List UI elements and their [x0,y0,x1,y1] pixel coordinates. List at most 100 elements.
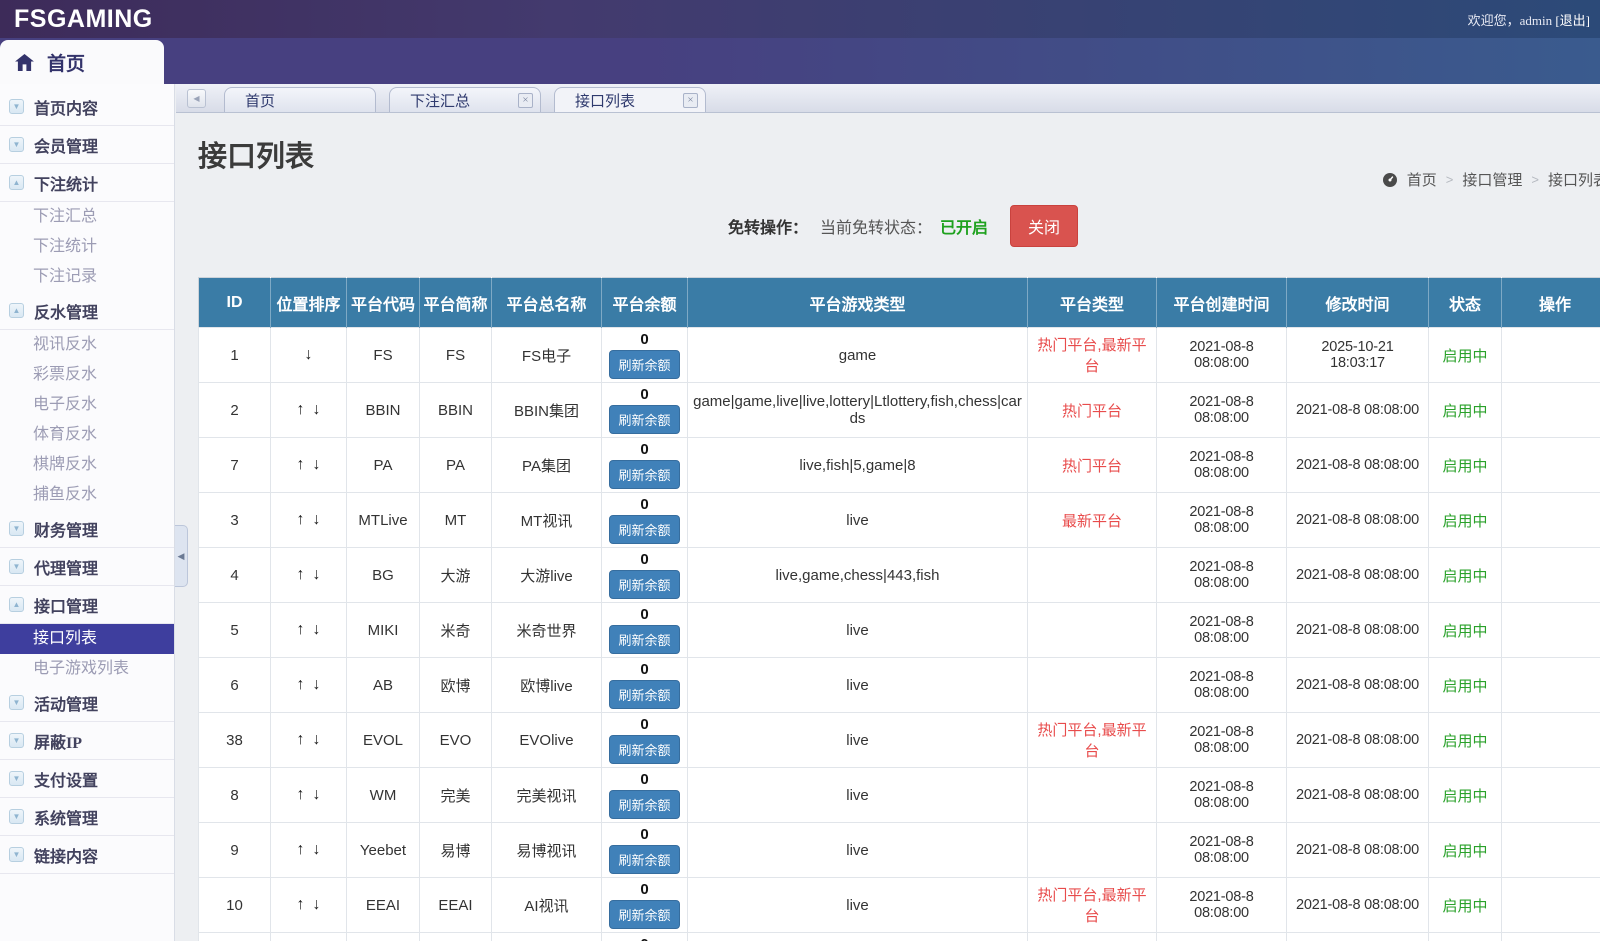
sort-down-icon[interactable]: ↓ [313,456,321,473]
sort-down-icon[interactable]: ↓ [313,896,321,913]
sort-up-icon[interactable]: ↑ [297,511,305,528]
cell-id: 1 [199,328,271,383]
balance-value: 0 [606,496,683,513]
balance-value: 0 [606,661,683,678]
sort-down-icon[interactable]: ↓ [313,676,321,693]
refresh-balance-button[interactable]: 刷新余额 [609,515,679,544]
sort-down-icon[interactable]: ↓ [313,841,321,858]
dashboard-icon [1382,172,1398,188]
sort-down-icon[interactable]: ↓ [313,511,321,528]
refresh-balance-button[interactable]: 刷新余额 [609,845,679,874]
cell-sort: ↑↓ [271,383,347,438]
refresh-balance-button[interactable]: 刷新余额 [609,405,679,434]
cell-platform-name: 易博视讯 [492,823,602,878]
breadcrumb-interface-list: 接口列表 [1548,169,1600,190]
sidebar-group-财务管理[interactable]: ▼财务管理 [0,510,174,548]
tab-close-icon[interactable]: × [518,93,533,108]
cell-status: 启用中 [1429,438,1502,493]
logout-link[interactable]: [退出] [1555,13,1590,28]
cell-created-time: 2021-08-808:08:00 [1157,603,1287,658]
cell-created-time: 2021-08-808:08:00 [1157,383,1287,438]
refresh-balance-button[interactable]: 刷新余额 [609,680,679,709]
cell-platform-type: 热门平台 [1028,383,1157,438]
refresh-balance-button[interactable]: 刷新余额 [609,570,679,599]
expand-icon: ▼ [9,137,24,152]
tab-接口列表[interactable]: 接口列表× [554,87,706,112]
refresh-balance-button[interactable]: 刷新余额 [609,625,679,654]
column-header-修改时间: 修改时间 [1287,278,1429,328]
sidebar-group-代理管理[interactable]: ▼代理管理 [0,548,174,586]
sidebar-group-链接内容[interactable]: ▼链接内容 [0,836,174,874]
cell-actions [1502,548,1600,603]
cell-platform-code: BBIN [347,383,420,438]
cell-actions [1502,713,1600,768]
balance-value: 0 [606,441,683,458]
tab-首页[interactable]: 首页 [224,87,376,112]
date-line: 2021-08-8 [1161,834,1282,850]
sidebar-group-支付设置[interactable]: ▼支付设置 [0,760,174,798]
username: admin [1520,13,1553,28]
cell-platform-short: MT [420,493,492,548]
sort-down-icon[interactable]: ↓ [313,566,321,583]
sidebar-group-下注统计[interactable]: ▲下注统计 [0,164,174,202]
sort-up-icon[interactable]: ↑ [297,621,305,638]
cell-platform-short: EEAI [420,878,492,933]
sort-down-icon[interactable]: ↓ [313,401,321,418]
sort-up-icon[interactable]: ↑ [297,566,305,583]
sidebar-item-捕鱼反水[interactable]: 捕鱼反水 [0,480,174,510]
sidebar-item-下注统计[interactable]: 下注统计 [0,232,174,262]
expand-icon: ▼ [9,809,24,824]
sidebar-group-首页内容[interactable]: ▼首页内容 [0,88,174,126]
sidebar-item-棋牌反水[interactable]: 棋牌反水 [0,450,174,480]
sidebar-group-接口管理[interactable]: ▲接口管理 [0,586,174,624]
cell-sort: ↓ [271,328,347,383]
tab-scroll-left-button[interactable]: ◀ [187,89,206,108]
cell-created-time: 2021-08-808:08:00 [1157,933,1287,941]
column-header-平台余额: 平台余额 [602,278,688,328]
sidebar-item-体育反水[interactable]: 体育反水 [0,420,174,450]
cell-game-types: live,fish|5,game|8 [688,438,1028,493]
sort-up-icon[interactable]: ↑ [297,456,305,473]
refresh-balance-button[interactable]: 刷新余额 [609,900,679,929]
breadcrumb-home[interactable]: 首页 [1407,169,1437,190]
cell-id: 3 [199,493,271,548]
sort-down-icon[interactable]: ↓ [305,346,313,363]
sidebar-item-电子反水[interactable]: 电子反水 [0,390,174,420]
sidebar-item-视讯反水[interactable]: 视讯反水 [0,330,174,360]
sort-up-icon[interactable]: ↑ [297,401,305,418]
cell-modified-time: 2021-08-8 08:08:00 [1287,548,1429,603]
sidebar-item-接口列表[interactable]: 接口列表 [0,624,174,654]
refresh-balance-button[interactable]: 刷新余额 [609,790,679,819]
sidebar-group-系统管理[interactable]: ▼系统管理 [0,798,174,836]
sidebar-group-会员管理[interactable]: ▼会员管理 [0,126,174,164]
sort-up-icon[interactable]: ↑ [297,896,305,913]
welcome-text: 欢迎您，admin [退出] [1468,10,1600,29]
sidebar-collapse-handle[interactable]: ◀ [175,525,188,587]
breadcrumb-interface-mgmt[interactable]: 接口管理 [1462,169,1522,190]
sort-up-icon[interactable]: ↑ [297,841,305,858]
refresh-balance-button[interactable]: 刷新余额 [609,460,679,489]
sidebar-item-彩票反水[interactable]: 彩票反水 [0,360,174,390]
refresh-balance-button[interactable]: 刷新余额 [609,735,679,764]
sidebar-group-活动管理[interactable]: ▼活动管理 [0,684,174,722]
sort-down-icon[interactable]: ↓ [313,621,321,638]
nav-home[interactable]: 首页 [0,40,164,84]
sidebar-item-下注汇总[interactable]: 下注汇总 [0,202,174,232]
sidebar-group-反水管理[interactable]: ▲反水管理 [0,292,174,330]
refresh-balance-button[interactable]: 刷新余额 [609,350,679,379]
tab-close-icon[interactable]: × [683,93,698,108]
cell-platform-type: 热门平台,最新平台 [1028,328,1157,383]
sort-up-icon[interactable]: ↑ [297,676,305,693]
tab-下注汇总[interactable]: 下注汇总× [389,87,541,112]
cell-actions [1502,328,1600,383]
sort-down-icon[interactable]: ↓ [313,786,321,803]
sort-up-icon[interactable]: ↑ [297,731,305,748]
cell-created-time: 2021-08-808:08:00 [1157,493,1287,548]
transfer-close-button[interactable]: 关闭 [1010,205,1078,247]
sidebar-item-下注记录[interactable]: 下注记录 [0,262,174,292]
sort-up-icon[interactable]: ↑ [297,786,305,803]
date-line: 2021-08-8 [1161,559,1282,575]
sort-down-icon[interactable]: ↓ [313,731,321,748]
sidebar-item-电子游戏列表[interactable]: 电子游戏列表 [0,654,174,684]
sidebar-group-屏蔽IP[interactable]: ▼屏蔽IP [0,722,174,760]
